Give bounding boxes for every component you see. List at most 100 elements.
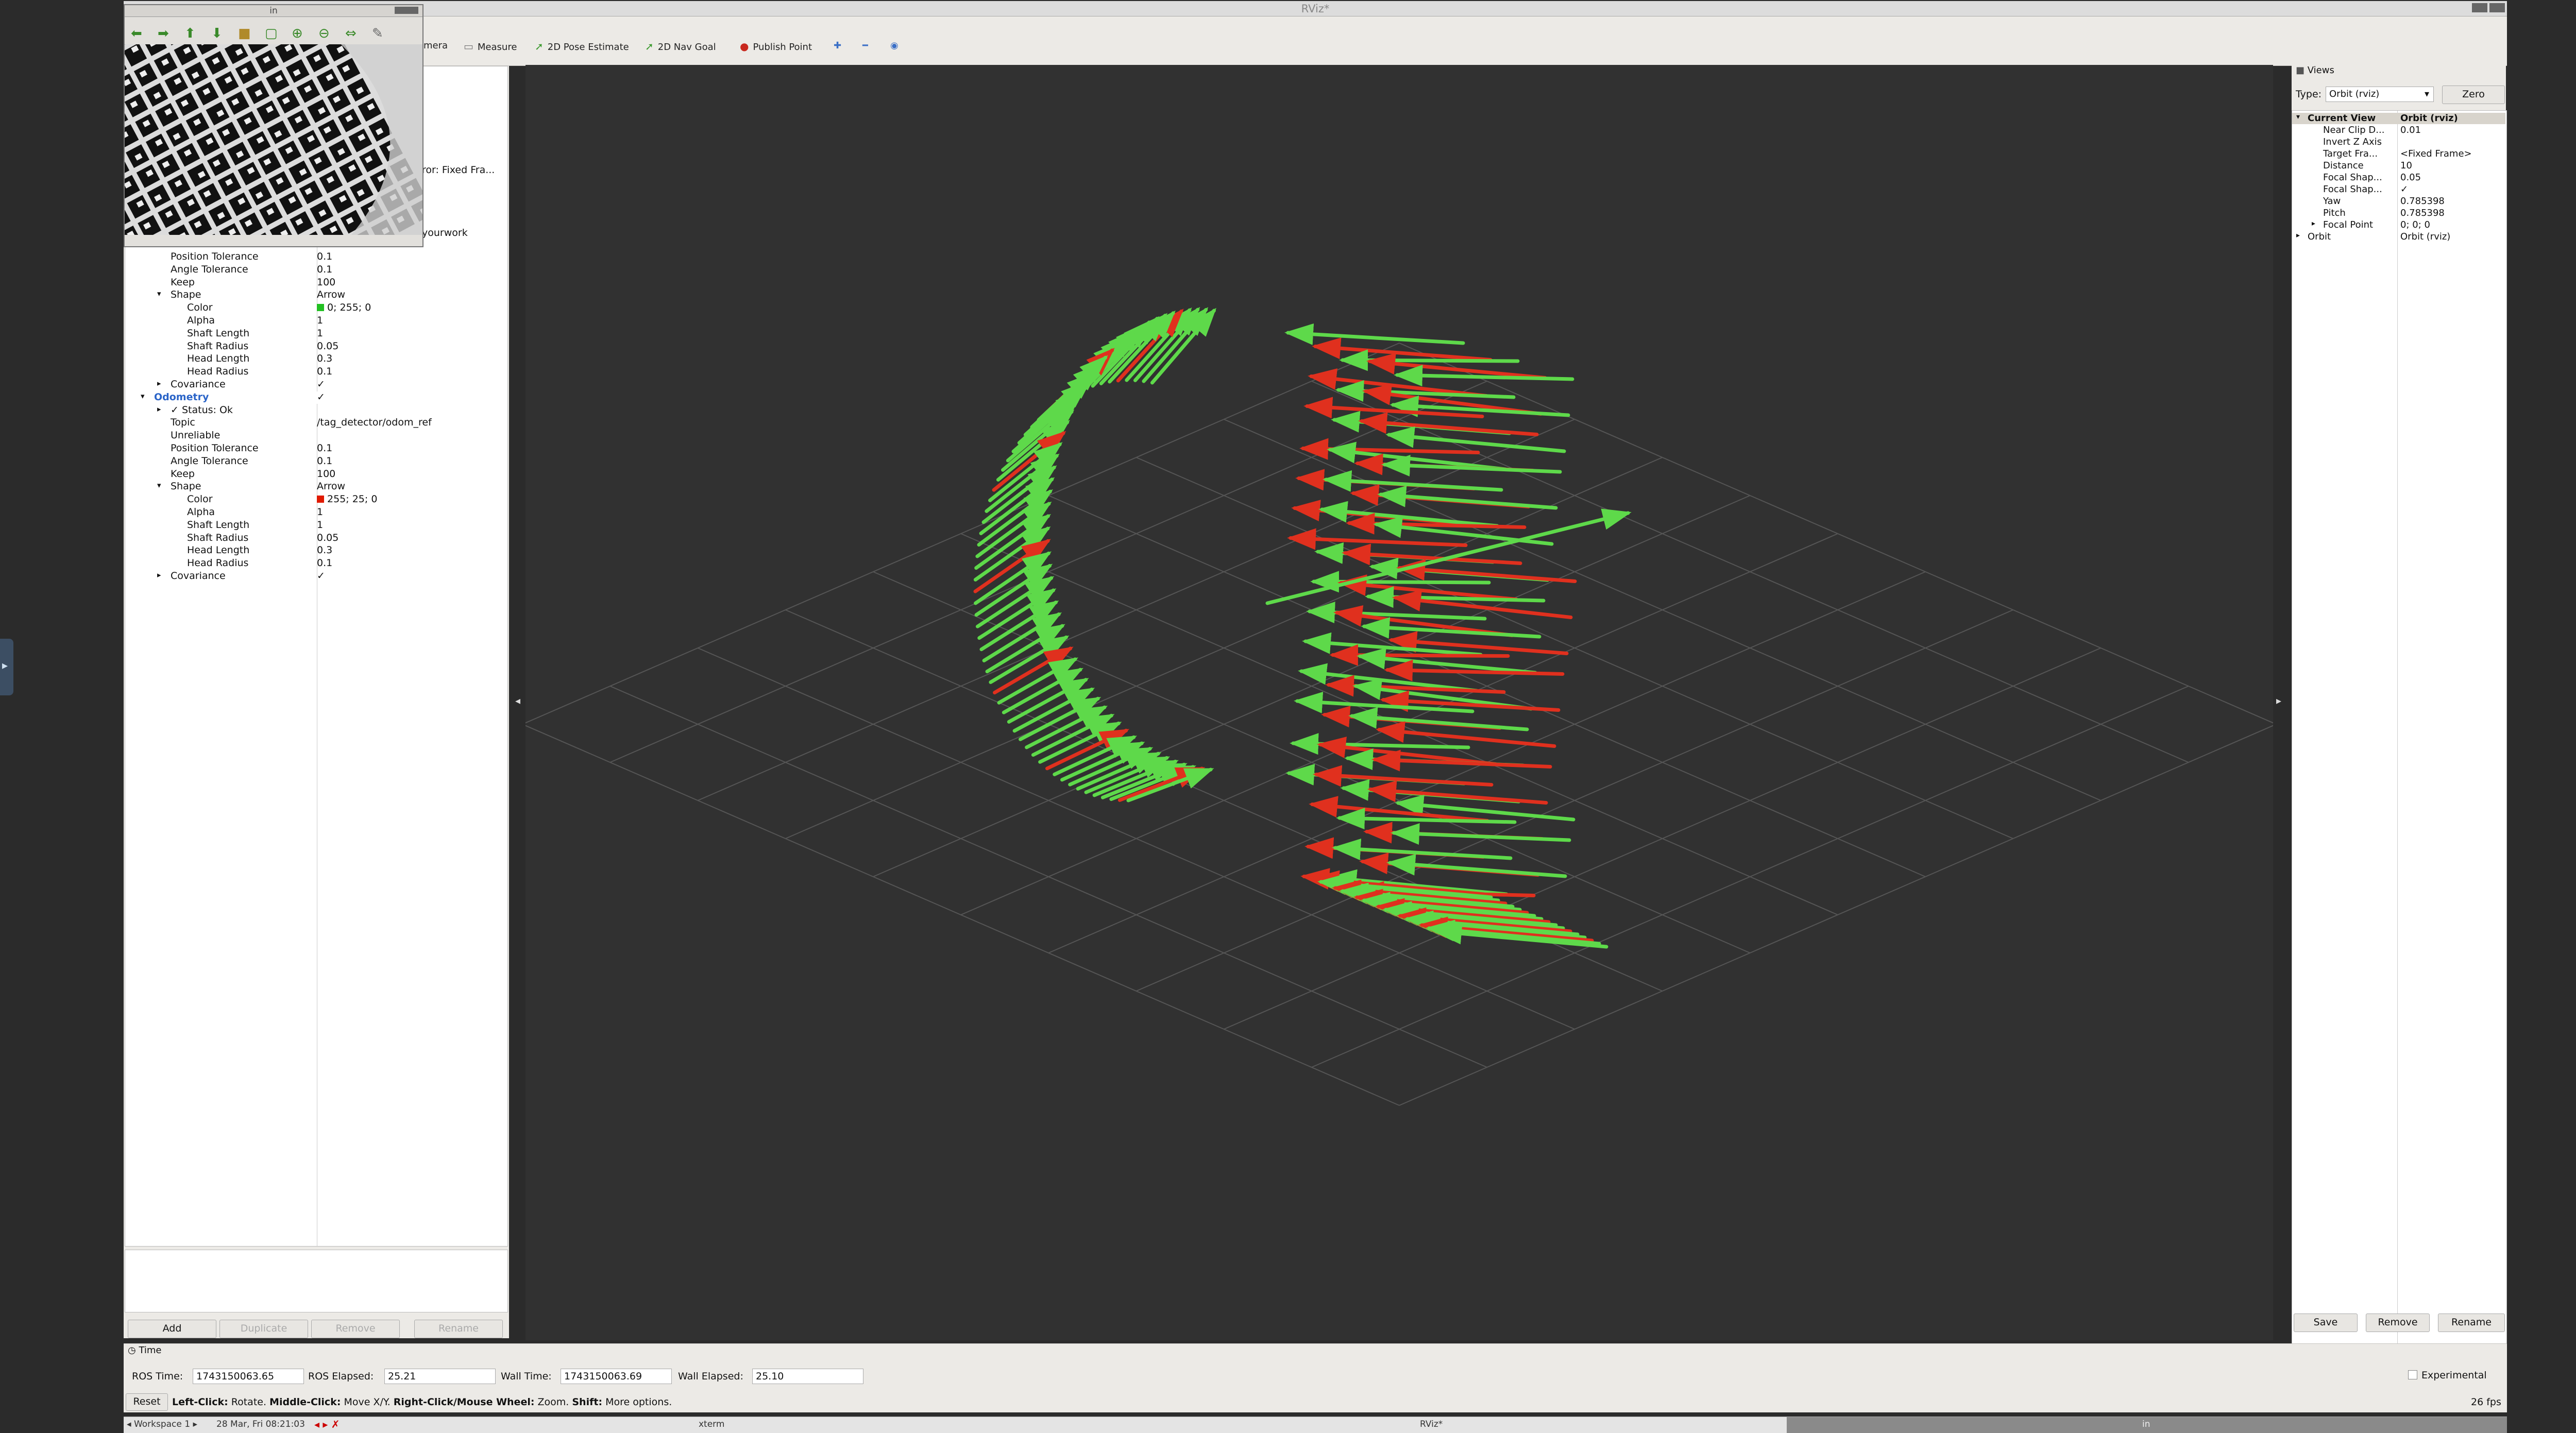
save-image-icon[interactable]: ■ xyxy=(238,26,251,41)
property-value[interactable]: Arrow xyxy=(317,289,345,300)
brush-icon[interactable]: ✎ xyxy=(372,26,383,41)
expand-right-icon[interactable]: ▸ xyxy=(157,404,161,414)
task-rviz[interactable]: RViz* xyxy=(1420,1419,1443,1429)
property-value[interactable]: 0.3 xyxy=(317,353,332,364)
view-value[interactable]: 0; 0; 0 xyxy=(2400,219,2430,230)
property-row[interactable]: Topic/tag_detector/odom_ref xyxy=(125,417,506,429)
expand-right-icon[interactable]: ▸ xyxy=(157,570,161,579)
view-type-select[interactable]: Orbit (rviz) ▾ xyxy=(2326,87,2434,102)
zero-button[interactable]: Zero xyxy=(2442,86,2505,104)
rename-view-button[interactable]: Rename xyxy=(2438,1313,2505,1332)
property-row[interactable]: Keep 100 xyxy=(125,468,506,481)
task-in-active[interactable]: in xyxy=(1787,1417,2507,1433)
move-camera-plus-icon[interactable]: ✚ xyxy=(834,40,841,51)
back-icon[interactable]: ⬅ xyxy=(131,26,142,41)
property-value[interactable]: ✓ xyxy=(317,391,325,403)
tool-measure[interactable]: ▭ Measure xyxy=(464,40,517,53)
render-3d-view[interactable] xyxy=(526,65,2273,1340)
experimental-checkbox[interactable]: Experimental xyxy=(2408,1370,2487,1381)
property-row[interactable]: Angle Tolerance 0.1 xyxy=(125,264,506,276)
zoom-out-icon[interactable]: ⊖ xyxy=(318,26,330,41)
tool-camera[interactable]: mera xyxy=(423,40,448,51)
property-row[interactable]: Keep 100 xyxy=(125,277,506,289)
task-xterm[interactable]: xterm xyxy=(699,1419,724,1429)
property-value[interactable]: 0.1 xyxy=(317,442,332,454)
property-row[interactable]: Shaft Radius 0.05 xyxy=(125,340,506,353)
fit-icon[interactable]: ▢ xyxy=(265,26,278,41)
checkbox-box[interactable] xyxy=(2408,1370,2417,1379)
view-property-row[interactable]: ▸ Orbit Orbit (rviz) xyxy=(2292,231,2505,243)
view-property-row[interactable]: Pitch 0.785398 xyxy=(2292,208,2505,219)
property-value[interactable]: /tag_detector/odom_ref xyxy=(317,417,432,428)
property-value[interactable]: 1 xyxy=(317,328,323,339)
remove-view-button[interactable]: Remove xyxy=(2366,1313,2430,1332)
property-row[interactable]: Head Radius 0.1 xyxy=(125,557,506,570)
remove-display-button[interactable]: Remove xyxy=(311,1320,400,1338)
property-row[interactable]: Position Tolerance 0.1 xyxy=(125,251,506,263)
property-value[interactable]: 0; 255; 0 xyxy=(317,302,371,313)
workspace-switcher[interactable]: ◂ Workspace 1 ▸ xyxy=(127,1419,197,1429)
zoom-in-icon[interactable]: ⊕ xyxy=(292,26,303,41)
property-value[interactable]: 1 xyxy=(317,519,323,531)
property-row[interactable]: Head Length 0.3 xyxy=(125,544,506,557)
view-value[interactable]: 0.01 xyxy=(2400,125,2421,135)
tool-2d-nav-goal[interactable]: ➚ 2D Nav Goal xyxy=(645,40,716,53)
property-value[interactable]: 0.1 xyxy=(317,455,332,467)
view-property-row[interactable]: ▸ Focal Point 0; 0; 0 xyxy=(2292,219,2505,231)
wall-elapsed-field[interactable]: 25.10 xyxy=(752,1369,863,1384)
property-row[interactable]: Shaft Length 1 xyxy=(125,519,506,532)
property-value[interactable]: 1 xyxy=(317,315,323,326)
property-value[interactable]: ✓ xyxy=(317,379,325,390)
property-value[interactable]: ✓ xyxy=(317,570,325,582)
side-dock-tab[interactable]: ▸ xyxy=(0,639,13,695)
view-property-row[interactable]: ▾ Current View Orbit (rviz) xyxy=(2292,113,2505,124)
view-value[interactable]: 10 xyxy=(2400,160,2412,171)
expand-down-icon[interactable]: ▾ xyxy=(141,391,145,401)
scale-icon[interactable]: ⇔ xyxy=(345,26,357,41)
property-row[interactable]: Head Radius 0.1 xyxy=(125,366,506,378)
property-row[interactable]: Angle Tolerance 0.1 xyxy=(125,455,506,468)
view-property-row[interactable]: Yaw 0.785398 xyxy=(2292,196,2505,207)
expand-right-icon[interactable]: ▸ xyxy=(2296,231,2300,240)
view-value[interactable]: 0.785398 xyxy=(2400,196,2445,207)
property-row[interactable]: ▸ Covariance ✓ xyxy=(125,379,506,391)
remove-tool-icon[interactable]: ━ xyxy=(862,40,868,51)
view-value[interactable]: Orbit (rviz) xyxy=(2400,113,2458,124)
expand-down-icon[interactable]: ▾ xyxy=(157,289,161,298)
property-value[interactable]: 1 xyxy=(317,506,323,518)
view-value[interactable]: 0.05 xyxy=(2400,172,2421,183)
property-value[interactable]: 0.3 xyxy=(317,544,332,556)
property-row[interactable]: ▾ Shape Arrow xyxy=(125,289,506,301)
property-row[interactable]: Position Tolerance 0.1 xyxy=(125,442,506,455)
property-value[interactable]: 100 xyxy=(317,468,335,480)
view-value[interactable]: Orbit (rviz) xyxy=(2400,231,2450,242)
collapse-right-arrow-icon[interactable]: ▸ xyxy=(2276,694,2281,707)
view-property-row[interactable]: Target Fra... <Fixed Frame> xyxy=(2292,148,2505,160)
view-property-row[interactable]: Invert Z Axis xyxy=(2292,137,2505,148)
wall-time-field[interactable]: 1743150063.69 xyxy=(561,1369,672,1384)
tool-2d-pose-estimate[interactable]: ➚ 2D Pose Estimate xyxy=(535,40,629,53)
save-view-button[interactable]: Save xyxy=(2294,1313,2358,1332)
property-row[interactable]: Color 255; 25; 0 xyxy=(125,493,506,506)
property-row[interactable]: Alpha 1 xyxy=(125,506,506,519)
property-value[interactable]: Arrow xyxy=(317,481,345,492)
tool-publish-point[interactable]: ● Publish Point xyxy=(740,40,812,53)
down-icon[interactable]: ⬇ xyxy=(211,26,223,41)
rename-display-button[interactable]: Rename xyxy=(414,1320,503,1338)
view-value[interactable]: <Fixed Frame> xyxy=(2400,148,2472,159)
tool-settings-icon[interactable]: ◉ xyxy=(890,40,899,51)
expand-down-icon[interactable]: ▾ xyxy=(157,481,161,490)
property-value[interactable]: 0.1 xyxy=(317,366,332,377)
view-property-row[interactable]: Focal Shap... ✓ xyxy=(2292,184,2505,195)
render-canvas[interactable] xyxy=(526,65,2273,1340)
image-window-controls[interactable] xyxy=(395,7,418,14)
expand-down-icon[interactable]: ▾ xyxy=(2296,113,2300,121)
property-row[interactable]: Head Length 0.3 xyxy=(125,353,506,365)
property-row[interactable]: ▸ ✓ Status: Ok xyxy=(125,404,506,417)
reset-button[interactable]: Reset xyxy=(126,1393,168,1411)
view-value[interactable]: ✓ xyxy=(2400,184,2408,195)
property-row[interactable]: Unreliable xyxy=(125,430,506,442)
ros-elapsed-field[interactable]: 25.21 xyxy=(384,1369,496,1384)
property-value[interactable]: 0.05 xyxy=(317,340,338,352)
collapse-left-arrow-icon[interactable]: ◂ xyxy=(515,694,520,707)
